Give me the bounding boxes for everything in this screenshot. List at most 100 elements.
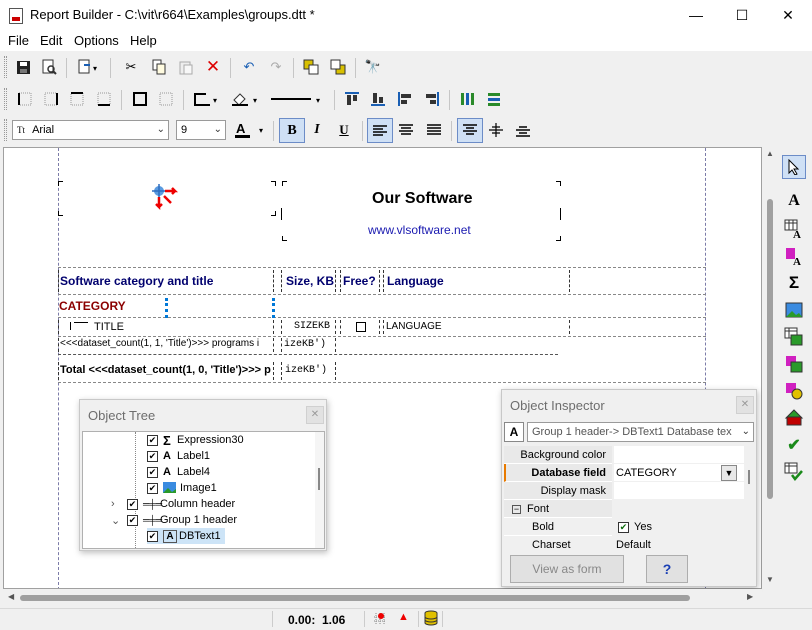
tree-item[interactable]: ✔ A Label1 — [147, 448, 210, 464]
prop-row[interactable]: − Font — [504, 500, 744, 518]
object-tree-list[interactable]: ✔ Σ Expression30 ✔ A Label1 ✔ A Label4 ✔ Image1… — [82, 431, 325, 549]
close-icon[interactable]: ✕ — [306, 406, 324, 424]
warning-icon[interactable]: ▲ — [398, 611, 409, 623]
menu-help[interactable]: Help — [130, 33, 157, 48]
scroll-thumb[interactable] — [20, 595, 690, 601]
tree-item[interactable]: ✔ A Label4 — [147, 464, 210, 480]
prop-row[interactable]: Background color — [504, 446, 744, 464]
checkbox-icon[interactable]: ✔ — [147, 482, 158, 494]
valign-top-button[interactable] — [457, 118, 483, 143]
frame-all-icon[interactable] — [129, 88, 151, 110]
undo-icon[interactable]: ↶ — [238, 56, 260, 78]
image-placeholder-icon[interactable] — [150, 182, 184, 219]
dbimage-tool-icon[interactable] — [782, 325, 806, 349]
total-size-expression[interactable]: izeKB') — [285, 365, 327, 376]
checkbox-icon[interactable]: ✔ — [147, 434, 158, 446]
delete-icon[interactable]: ✕ — [202, 56, 224, 78]
property-grid[interactable]: Background color Database field CATEGORY ▼… — [504, 446, 754, 550]
report-title[interactable]: Our Software — [372, 190, 472, 208]
maximize-button[interactable]: ☐ — [719, 0, 765, 31]
dbtext-tool-icon[interactable]: A — [782, 217, 806, 241]
align-left-edges-icon[interactable] — [394, 88, 416, 110]
paste-icon[interactable] — [175, 56, 197, 78]
checkbox-tool-icon[interactable]: ✔ — [782, 433, 806, 457]
align-center-button[interactable] — [395, 119, 417, 141]
save-icon[interactable] — [12, 56, 34, 78]
col-header-free[interactable]: Free? — [343, 274, 376, 288]
fill-color-icon[interactable]: ▾ — [228, 88, 264, 110]
report-url[interactable]: www.vlsoftware.net — [368, 223, 471, 237]
align-justify-button[interactable] — [423, 119, 445, 141]
dbcheckbox-tool-icon[interactable] — [782, 460, 806, 484]
tree-item[interactable]: ✔ Image1 — [147, 480, 217, 496]
barcode-tool-icon[interactable] — [782, 379, 806, 403]
bold-button[interactable]: B — [279, 118, 305, 143]
object-selector-combo[interactable]: Group 1 header-> DBText1 Database tex ⌄ — [527, 422, 754, 442]
pointer-tool-icon[interactable] — [782, 155, 806, 179]
col-header-language[interactable]: Language — [387, 274, 444, 288]
frame-left-icon[interactable] — [14, 88, 36, 110]
scroll-left-icon[interactable]: ◀ — [8, 592, 14, 601]
checkbox-icon[interactable]: ✔ — [147, 450, 158, 462]
page-setup-icon[interactable]: ▾ — [74, 56, 102, 78]
valign-center-button[interactable] — [485, 119, 507, 141]
font-name-combo[interactable]: Tt Arial ⌄ — [12, 120, 169, 140]
valign-bottom-button[interactable] — [512, 119, 534, 141]
language-field[interactable]: LANGUAGE — [386, 321, 442, 332]
bring-front-icon[interactable] — [300, 56, 322, 78]
dataset-size-expression[interactable]: izeKB') — [284, 339, 326, 350]
col-header-size[interactable]: Size, KB — [286, 274, 334, 288]
horizontal-scrollbar[interactable]: ◀ ▶ — [3, 589, 762, 606]
tree-item[interactable]: ✔ Σ Expression30 — [147, 432, 244, 448]
memo-tool-icon[interactable]: A — [782, 244, 806, 268]
prop-row-selected[interactable]: Database field CATEGORY ▼ — [504, 464, 744, 482]
frame-right-icon[interactable] — [40, 88, 62, 110]
frame-top-icon[interactable] — [66, 88, 88, 110]
title-field[interactable]: TITLE — [94, 321, 124, 333]
align-bottom-edges-icon[interactable] — [367, 88, 389, 110]
snap-grid-icon[interactable] — [372, 611, 388, 630]
database-icon[interactable] — [424, 610, 438, 629]
collapse-icon[interactable]: − — [512, 505, 521, 514]
scroll-thumb[interactable] — [767, 199, 773, 499]
checkbox-icon[interactable]: ✔ — [147, 466, 158, 478]
copy-icon[interactable] — [148, 56, 170, 78]
line-style-icon[interactable]: ▾ — [268, 88, 326, 110]
menu-edit[interactable]: Edit — [40, 33, 62, 48]
prop-row[interactable]: Bold ✔ Yes — [504, 518, 744, 536]
scroll-right-icon[interactable]: ▶ — [747, 592, 753, 601]
free-checkbox[interactable] — [356, 322, 366, 332]
chevron-right-icon[interactable]: › — [111, 498, 127, 510]
tree-scrollbar[interactable] — [315, 432, 324, 548]
dataset-count-expression[interactable]: <<<dataset_count(1, 1, 'Title')>>> progr… — [60, 338, 272, 349]
tree-item[interactable]: ⌄ ✔ ═╪═ Group 1 header — [111, 512, 237, 528]
total-expression[interactable]: Total <<<dataset_count(1, 0, 'Title')>>>… — [60, 364, 272, 376]
help-button[interactable]: ? — [646, 555, 688, 583]
scroll-up-icon[interactable]: ▲ — [766, 149, 774, 158]
menu-options[interactable]: Options — [74, 33, 119, 48]
space-horizontal-icon[interactable] — [456, 88, 478, 110]
font-color-icon[interactable]: A ▾ — [231, 119, 269, 141]
image-tool-icon[interactable] — [782, 298, 806, 322]
align-top-edges-icon[interactable] — [341, 88, 363, 110]
tree-item[interactable]: › ✔ ═╪═ Column header — [111, 496, 235, 512]
col-header-category[interactable]: Software category and title — [60, 274, 213, 288]
chevron-down-icon[interactable]: ⌄ — [111, 514, 127, 527]
redo-icon[interactable]: ↷ — [265, 56, 287, 78]
size-field[interactable]: SIZEKB — [294, 321, 330, 332]
tree-item-selected[interactable]: ✔ A DBText1 — [147, 528, 225, 544]
checkbox-icon[interactable]: ✔ — [127, 514, 138, 526]
italic-button[interactable]: I — [306, 119, 328, 141]
checkbox-icon[interactable]: ✔ — [147, 530, 158, 542]
underline-button[interactable]: U — [333, 119, 355, 141]
prop-row[interactable]: Charset Default — [504, 536, 744, 550]
property-scrollbar[interactable] — [745, 446, 754, 550]
send-back-icon[interactable] — [327, 56, 349, 78]
menu-file[interactable]: File — [8, 33, 29, 48]
scroll-down-icon[interactable]: ▼ — [766, 575, 774, 584]
vertical-scrollbar[interactable]: ▲ ▼ — [762, 147, 779, 589]
shape-tool-icon[interactable] — [782, 406, 806, 430]
close-button[interactable]: ✕ — [765, 0, 811, 31]
frame-bottom-icon[interactable] — [93, 88, 115, 110]
align-left-button[interactable] — [367, 118, 393, 143]
